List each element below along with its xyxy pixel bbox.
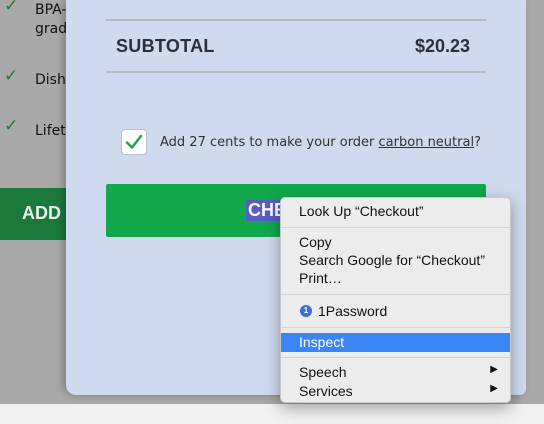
menu-separator	[281, 327, 510, 328]
carbon-text-end: ?	[474, 135, 481, 150]
subtotal-value: $20.23	[414, 36, 470, 56]
menu-item-label: Copy	[299, 234, 332, 250]
carbon-neutral-link[interactable]: carbon neutral	[379, 135, 475, 150]
menu-item-look-up[interactable]: Look Up “Checkout”	[281, 202, 510, 221]
menu-item-1password[interactable]: 1 1Password	[281, 302, 510, 321]
menu-item-label: Speech	[299, 364, 347, 380]
menu-item-services[interactable]: Services ▶	[281, 382, 510, 401]
context-menu: Look Up “Checkout” Copy Search Google fo…	[280, 197, 511, 403]
checkmark-icon: ✓	[4, 66, 19, 86]
menu-item-label: Search Google for “Checkout”	[299, 252, 485, 268]
menu-item-label: Print…	[299, 270, 342, 286]
carbon-neutral-checkbox[interactable]	[121, 129, 147, 155]
menu-separator	[281, 227, 510, 228]
carbon-neutral-label: Add 27 cents to make your order carbon n…	[160, 135, 481, 150]
submenu-arrow-icon: ▶	[490, 364, 498, 375]
menu-separator	[281, 294, 510, 295]
menu-item-label: 1Password	[318, 303, 388, 319]
menu-item-print[interactable]: Print…	[281, 269, 510, 288]
menu-item-label: Services	[299, 383, 353, 399]
menu-item-speech[interactable]: Speech ▶	[281, 363, 510, 382]
feature-text: Lifet	[35, 123, 66, 139]
menu-item-label: Look Up “Checkout”	[299, 203, 424, 219]
add-button-label: ADD	[22, 203, 61, 223]
subtotal-label: SUBTOTAL	[116, 36, 215, 56]
checkmark-icon: ✓	[4, 116, 19, 136]
1password-icon: 1	[300, 305, 312, 317]
menu-separator	[281, 357, 510, 358]
menu-item-inspect[interactable]: Inspect	[281, 333, 510, 352]
divider	[106, 19, 486, 21]
menu-item-copy[interactable]: Copy	[281, 233, 510, 252]
submenu-arrow-icon: ▶	[490, 383, 498, 394]
carbon-text: Add 27 cents to make your order	[160, 135, 379, 150]
menu-item-label: Inspect	[299, 334, 345, 350]
feature-text: grad	[35, 21, 68, 37]
checkmark-icon: ✓	[4, 0, 19, 16]
feature-text: BPA-	[35, 2, 67, 18]
divider	[106, 71, 486, 73]
menu-item-search-google[interactable]: Search Google for “Checkout”	[281, 251, 510, 270]
checkmark-icon	[125, 134, 143, 149]
